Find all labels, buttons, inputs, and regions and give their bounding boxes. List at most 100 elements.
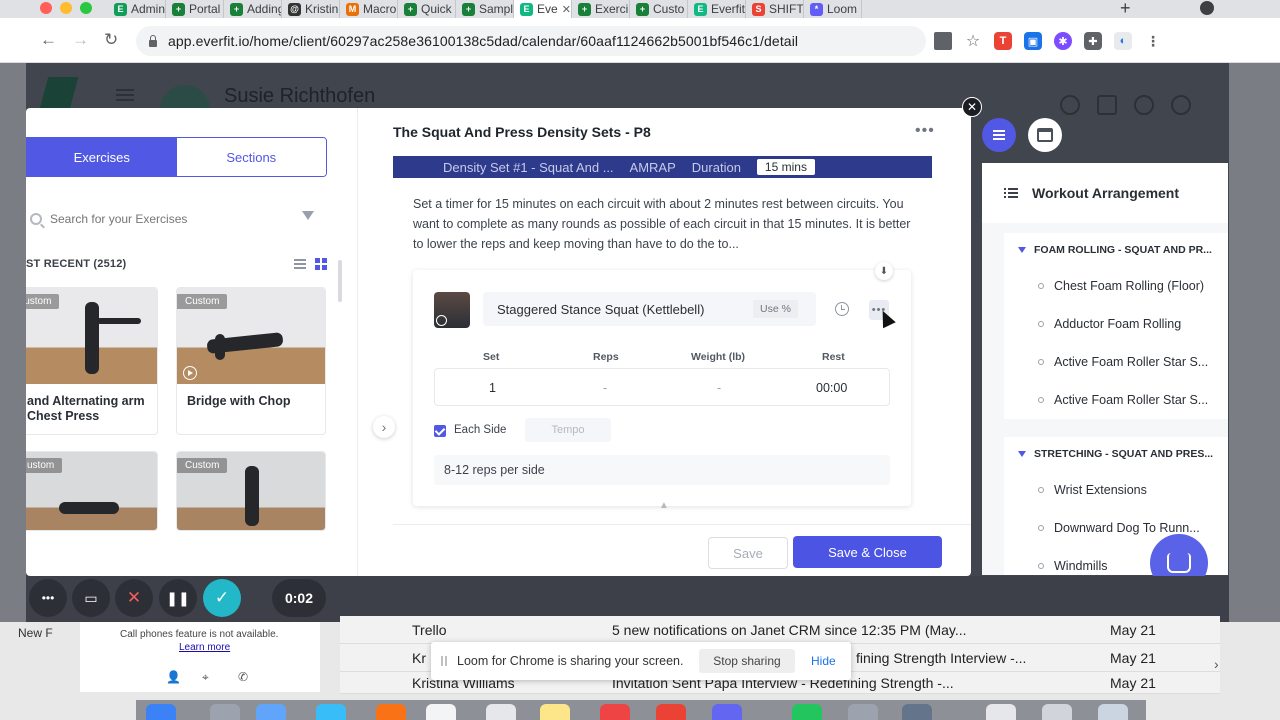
- menu-dots-icon[interactable]: ⋮: [1144, 32, 1162, 50]
- workout-title[interactable]: The Squat And Press Density Sets - P8: [393, 124, 651, 140]
- tempo-input[interactable]: Tempo: [525, 418, 611, 442]
- camera-icon[interactable]: [934, 32, 952, 50]
- list-item[interactable]: Active Foam Roller Star S...: [1004, 343, 1228, 381]
- history-icon[interactable]: [835, 302, 849, 316]
- dock-app-icon[interactable]: [210, 704, 240, 720]
- extension-icon[interactable]: ▣: [1024, 32, 1042, 50]
- exercise-card[interactable]: Custom: [176, 451, 326, 531]
- browser-tab[interactable]: E Everfit: [688, 0, 746, 18]
- location-icon[interactable]: ⌖: [202, 670, 209, 685]
- browser-tab[interactable]: + Custo: [630, 0, 688, 18]
- zoom-window-icon[interactable]: [80, 2, 92, 14]
- dock-app-icon[interactable]: [316, 704, 346, 720]
- new-tab-icon[interactable]: +: [1120, 0, 1131, 18]
- dock-app-icon[interactable]: [600, 704, 630, 720]
- reps-field[interactable]: -: [603, 381, 607, 395]
- profile-icon[interactable]: [1200, 1, 1214, 15]
- puzzle-icon[interactable]: ✚: [1084, 32, 1102, 50]
- dock-app-icon[interactable]: [146, 704, 176, 720]
- use-percent-button[interactable]: Use %: [753, 300, 798, 318]
- browser-tab[interactable]: S SHIFT: [746, 0, 804, 18]
- loom-extension-icon[interactable]: ✱: [1054, 32, 1072, 50]
- browser-tab[interactable]: + Adding: [224, 0, 282, 18]
- drag-handle-icon[interactable]: [441, 656, 447, 666]
- address-bar[interactable]: app.everfit.io/home/client/60297ac258e36…: [136, 26, 926, 56]
- weight-field[interactable]: -: [717, 381, 721, 395]
- dock-app-icon[interactable]: [426, 704, 456, 720]
- browser-tab[interactable]: + Exerci: [572, 0, 630, 18]
- rest-field[interactable]: 00:00: [816, 381, 847, 395]
- save-button[interactable]: Save: [708, 537, 788, 569]
- list-item[interactable]: Wrist Extensions: [1004, 471, 1228, 509]
- list-item[interactable]: Adductor Foam Rolling: [1004, 305, 1228, 343]
- minimize-window-icon[interactable]: [60, 2, 72, 14]
- dock-app-icon[interactable]: [792, 704, 822, 720]
- exercise-thumbnail[interactable]: [434, 292, 470, 328]
- dock-app-icon[interactable]: [256, 704, 286, 720]
- hide-button[interactable]: Hide: [811, 649, 836, 673]
- close-window-icon[interactable]: [40, 2, 52, 14]
- dock-app-icon[interactable]: [986, 704, 1016, 720]
- person-icon[interactable]: 👤: [166, 670, 181, 684]
- phone-icon[interactable]: ✆: [238, 670, 248, 684]
- reload-icon[interactable]: ↻: [104, 30, 118, 50]
- browser-tab[interactable]: + Portal: [166, 0, 224, 18]
- chevron-right-icon[interactable]: ›: [1214, 656, 1219, 672]
- tab-calendar[interactable]: [1028, 118, 1062, 152]
- each-side-checkbox[interactable]: [434, 425, 446, 437]
- extension-icon[interactable]: ◐: [1114, 32, 1132, 50]
- back-icon[interactable]: ←: [40, 30, 57, 50]
- browser-tab[interactable]: E Eve ✕: [514, 0, 572, 18]
- set-number[interactable]: 1: [489, 381, 496, 395]
- pause-icon[interactable]: ❚❚: [159, 579, 197, 617]
- browser-tab[interactable]: + Sampl: [456, 0, 514, 18]
- caret-down-icon[interactable]: [1018, 451, 1026, 457]
- close-icon[interactable]: ✕: [962, 97, 982, 117]
- learn-more-link[interactable]: Learn more: [179, 642, 230, 653]
- save-close-button[interactable]: Save & Close: [793, 536, 942, 568]
- forward-icon[interactable]: →: [72, 30, 89, 50]
- camera-toggle-icon[interactable]: ▭: [72, 579, 110, 617]
- filter-icon[interactable]: [302, 211, 314, 220]
- recorder-more-icon[interactable]: •••: [29, 579, 67, 617]
- dock-app-icon[interactable]: [1098, 704, 1128, 720]
- arrow-down-icon[interactable]: ⬇: [875, 262, 893, 280]
- dock-app-icon[interactable]: [712, 704, 742, 720]
- list-item[interactable]: Chest Foam Rolling (Floor): [1004, 267, 1228, 305]
- stop-sharing-button[interactable]: Stop sharing: [699, 649, 795, 673]
- dock-app-icon[interactable]: [848, 704, 878, 720]
- library-scrollbar[interactable]: [338, 260, 342, 302]
- exercise-note[interactable]: 8-12 reps per side: [434, 455, 890, 485]
- dock-app-icon[interactable]: [1042, 704, 1072, 720]
- browser-tab[interactable]: * Loom: [804, 0, 862, 18]
- section-title[interactable]: STRETCHING - SQUAT AND PRES...: [1004, 437, 1228, 471]
- exercise-name-field[interactable]: Staggered Stance Squat (Kettlebell) Use …: [483, 292, 816, 326]
- more-options-icon[interactable]: •••: [915, 122, 935, 140]
- tab-exercises[interactable]: Exercises: [27, 138, 177, 176]
- browser-tab[interactable]: + Quick: [398, 0, 456, 18]
- close-tab-icon[interactable]: ✕: [562, 3, 571, 16]
- caret-down-icon[interactable]: [1018, 247, 1026, 253]
- search-input[interactable]: [50, 212, 290, 226]
- list-item[interactable]: Active Foam Roller Star S...: [1004, 381, 1228, 419]
- chevron-up-icon[interactable]: ▲: [659, 500, 669, 511]
- tab-arrangement[interactable]: [982, 118, 1016, 152]
- extension-icon[interactable]: T: [994, 32, 1012, 50]
- exercise-card[interactable]: ustom: [26, 451, 158, 531]
- cancel-recording-icon[interactable]: ✕: [115, 579, 153, 617]
- dock-app-icon[interactable]: [656, 704, 686, 720]
- browser-tab[interactable]: E Admin: [108, 0, 166, 18]
- section-header[interactable]: Density Set #1 - Squat And ... AMRAP Dur…: [393, 156, 932, 178]
- exercise-card[interactable]: Custom Bridge with Chop: [176, 287, 326, 435]
- browser-tab[interactable]: @ Kristin: [282, 0, 340, 18]
- browser-tab[interactable]: M Macro: [340, 0, 398, 18]
- dock-app-icon[interactable]: [540, 704, 570, 720]
- dock-app-icon[interactable]: [376, 704, 406, 720]
- tab-sections[interactable]: Sections: [176, 138, 326, 176]
- dock-app-icon[interactable]: [902, 704, 932, 720]
- section-title[interactable]: FOAM ROLLING - SQUAT AND PR...: [1004, 233, 1228, 267]
- mail-row[interactable]: Trello 5 new notifications on Janet CRM …: [340, 616, 1220, 644]
- star-icon[interactable]: ☆: [964, 32, 982, 50]
- chevron-right-icon[interactable]: ›: [373, 416, 395, 438]
- grid-view-icon[interactable]: [315, 258, 327, 270]
